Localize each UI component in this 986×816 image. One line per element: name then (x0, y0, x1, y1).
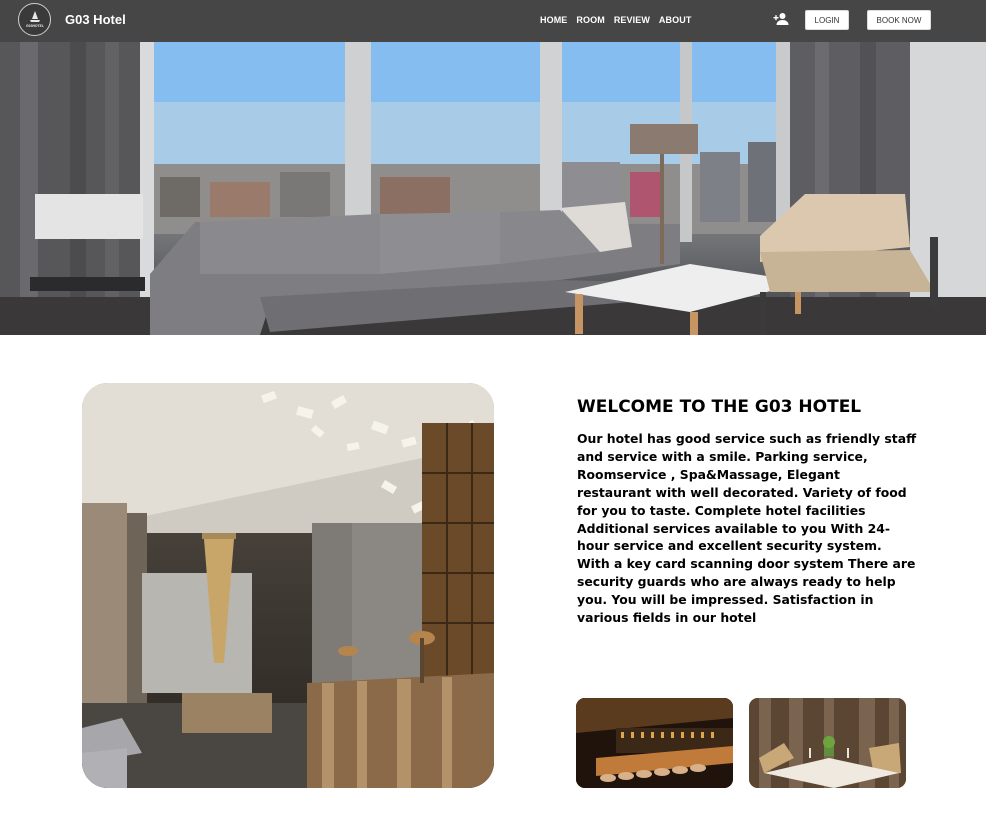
lobby-image (82, 383, 494, 788)
nav-review[interactable]: REVIEW (614, 15, 650, 25)
book-now-button[interactable]: BOOK NOW (867, 10, 931, 30)
nav-room[interactable]: ROOM (576, 15, 604, 25)
logo-text: G03HOTEL (26, 24, 44, 28)
login-button[interactable]: LOGIN (805, 10, 849, 30)
hero-image (0, 42, 986, 335)
dining-thumbnail-image (749, 698, 906, 788)
person-add-icon[interactable] (773, 12, 789, 26)
nav-links: HOME ROOM REVIEW ABOUT (540, 15, 691, 25)
nav-about[interactable]: ABOUT (659, 15, 692, 25)
welcome-description: Our hotel has good service such as frien… (577, 431, 917, 626)
bar-thumbnail-image (576, 698, 733, 788)
hotel-logo-icon[interactable]: G03HOTEL (18, 3, 51, 36)
nav-home[interactable]: HOME (540, 15, 567, 25)
welcome-title: WELCOME TO THE G03 HOTEL (577, 397, 862, 417)
navbar: G03HOTEL G03 Hotel HOME ROOM REVIEW ABOU… (0, 0, 986, 42)
brand-name[interactable]: G03 Hotel (65, 12, 126, 27)
